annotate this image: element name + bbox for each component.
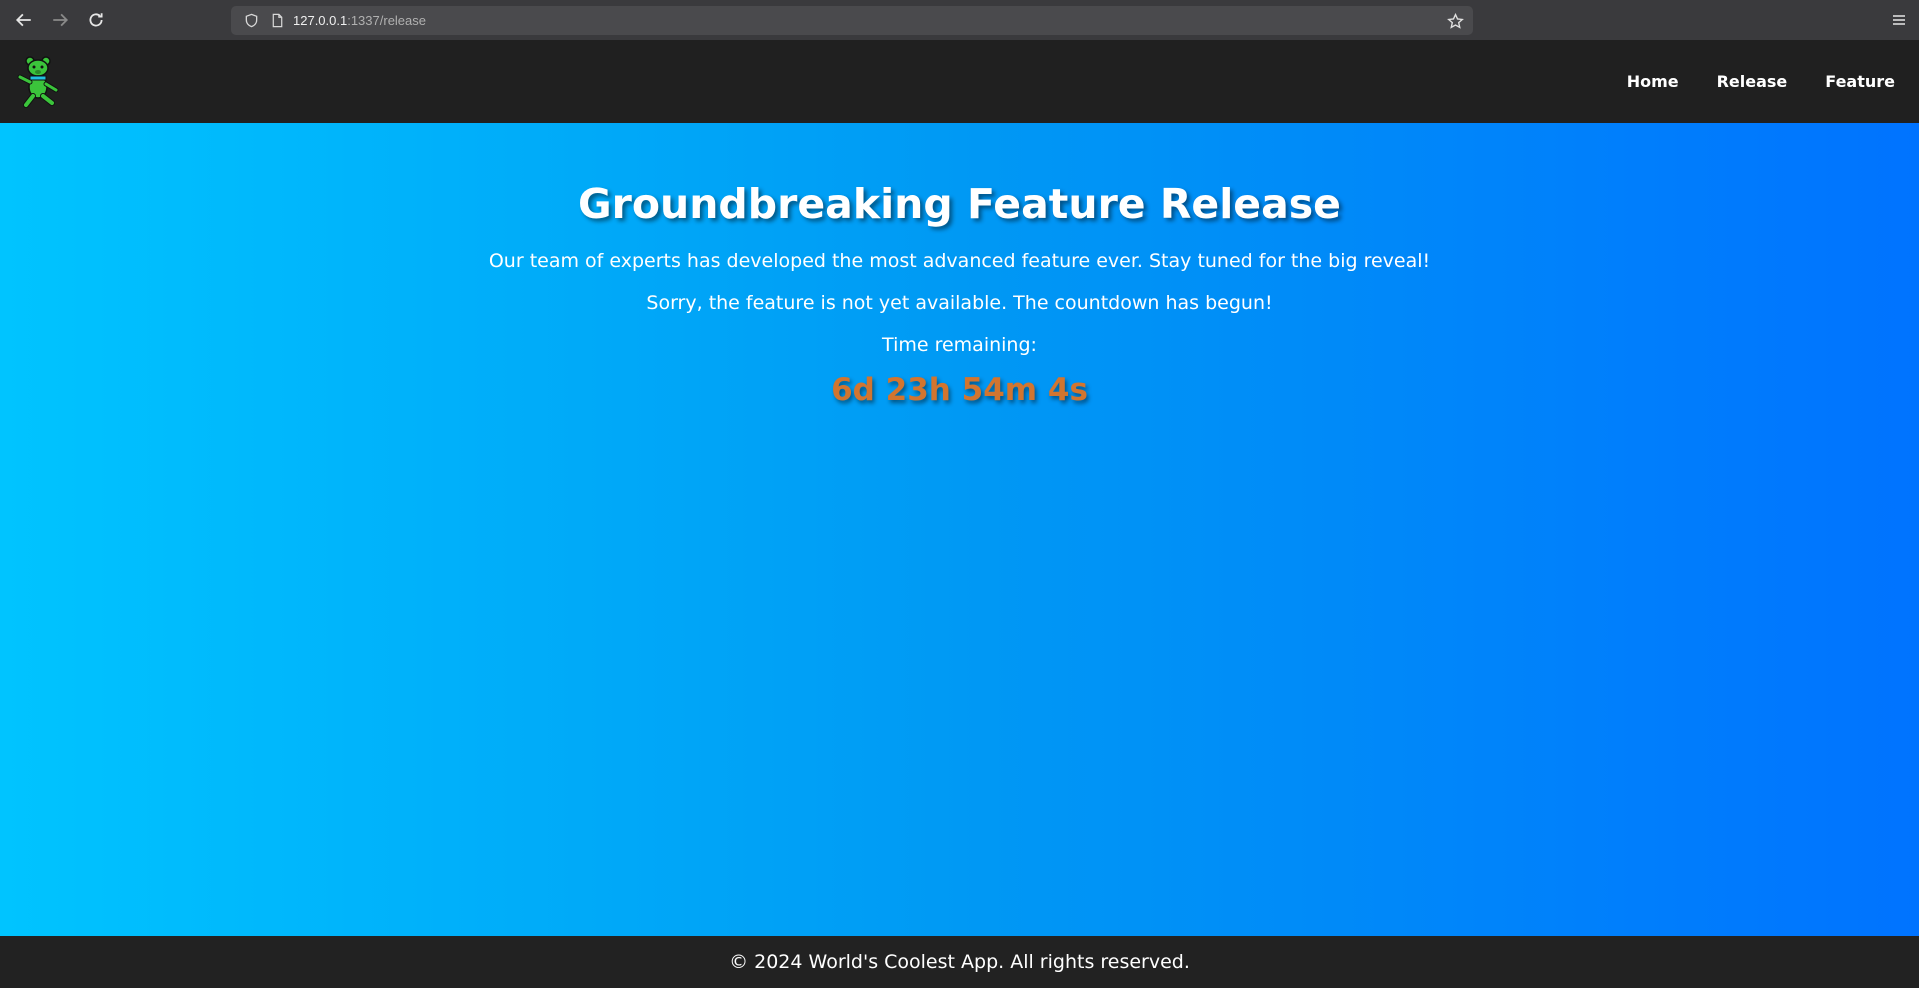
release-section: Groundbreaking Feature Release Our team … <box>0 123 1919 936</box>
forward-icon[interactable] <box>42 0 78 40</box>
back-icon[interactable] <box>6 0 42 40</box>
nav-feature-link[interactable]: Feature <box>1825 72 1895 91</box>
reload-icon[interactable] <box>78 0 114 40</box>
main-nav: Home Release Feature <box>1589 72 1895 91</box>
url-path: :1337/release <box>347 13 426 28</box>
shield-icon <box>241 11 261 31</box>
nav-release-link[interactable]: Release <box>1717 72 1788 91</box>
unavailable-message: Sorry, the feature is not yet available.… <box>646 292 1273 314</box>
browser-toolbar: 127.0.0.1:1337/release <box>0 0 1919 40</box>
site-footer: © 2024 World's Coolest App. All rights r… <box>0 936 1919 988</box>
site-header: Home Release Feature <box>0 40 1919 123</box>
bookmark-star-icon[interactable] <box>1445 11 1465 31</box>
page-icon <box>267 11 287 31</box>
hamburger-menu-icon[interactable] <box>1889 10 1909 30</box>
address-bar[interactable]: 127.0.0.1:1337/release <box>231 6 1473 35</box>
countdown-timer: 6d 23h 54m 4s <box>831 372 1088 408</box>
dancing-bear-logo-icon[interactable] <box>16 55 62 109</box>
feature-description: Our team of experts has developed the mo… <box>488 250 1431 272</box>
copyright-text: © 2024 World's Coolest App. All rights r… <box>729 951 1190 973</box>
url-host: 127.0.0.1 <box>293 13 348 28</box>
page-title: Groundbreaking Feature Release <box>578 180 1341 228</box>
nav-home-link[interactable]: Home <box>1627 72 1679 91</box>
time-remaining-label: Time remaining: <box>882 334 1037 356</box>
